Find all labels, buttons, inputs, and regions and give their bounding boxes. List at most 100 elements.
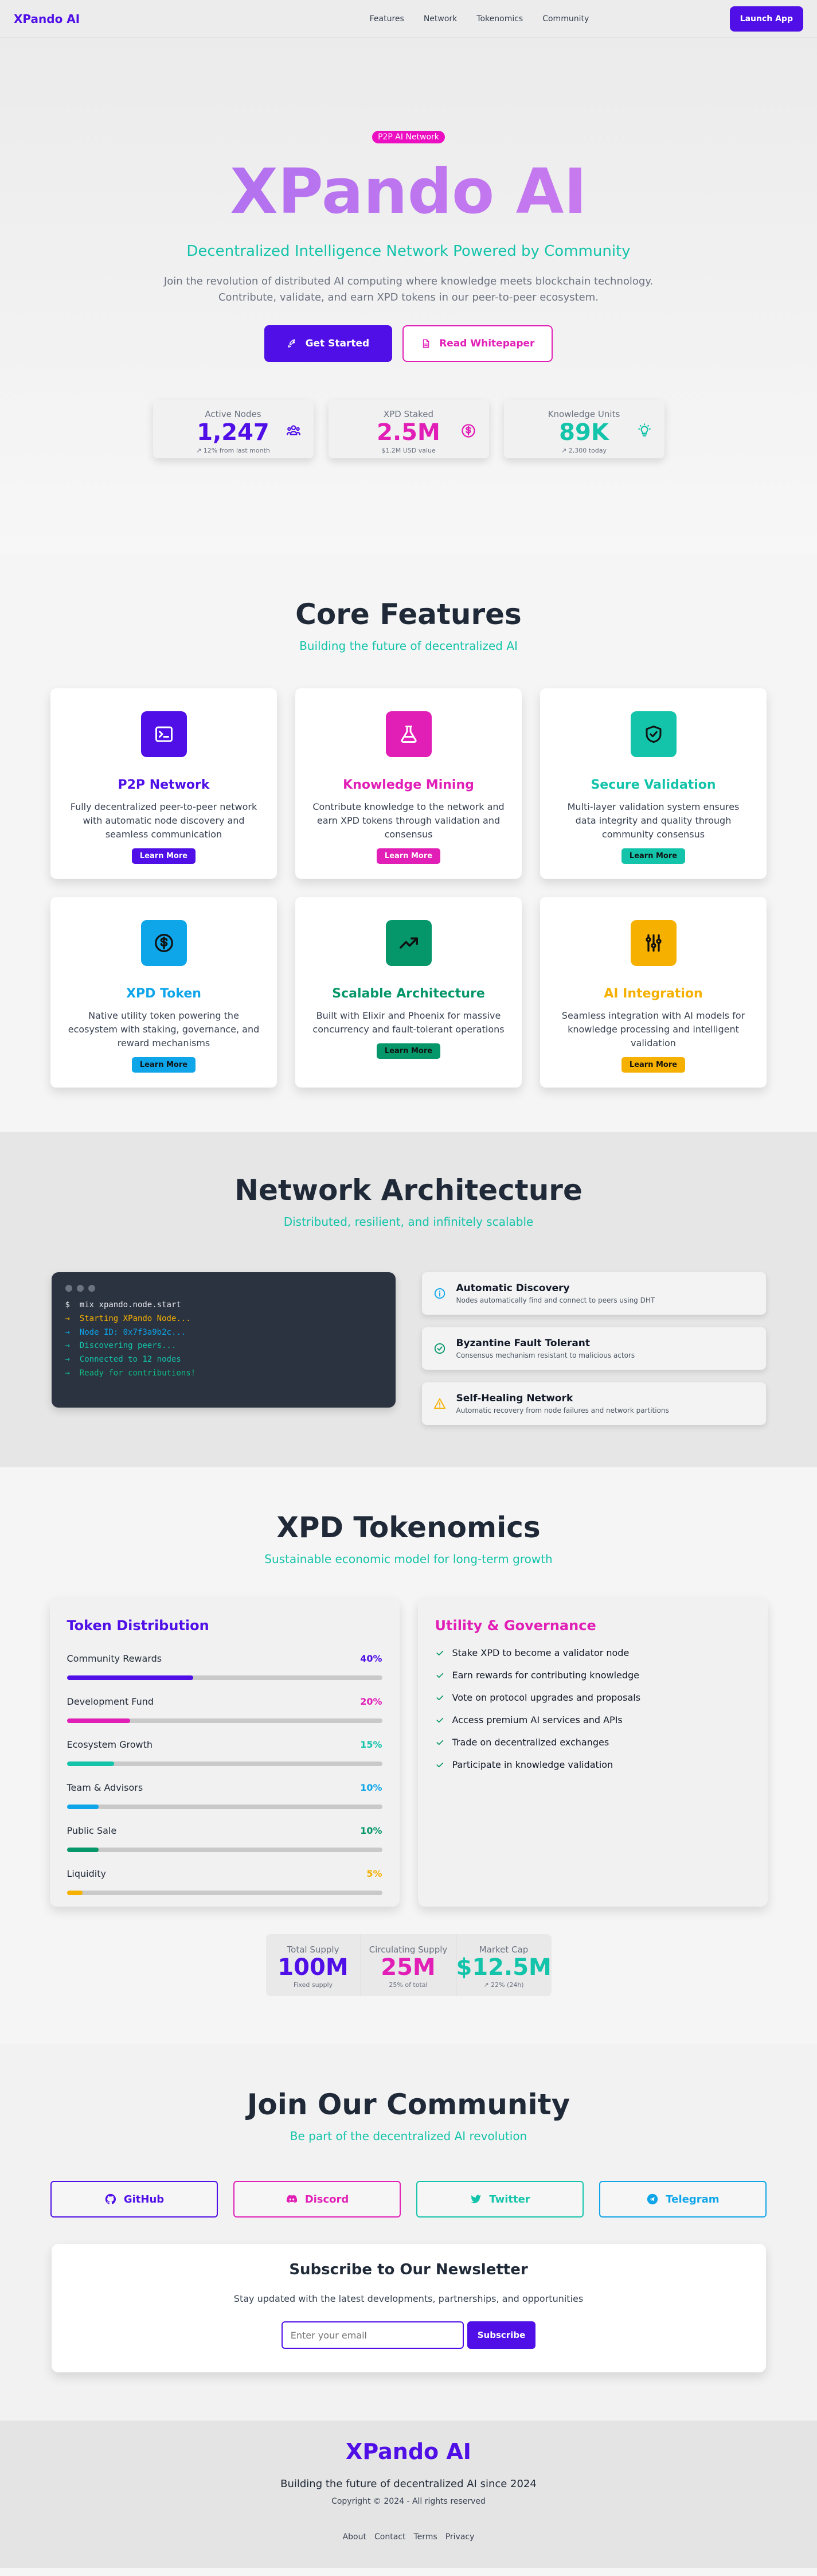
network-feature-list: Automatic Discovery Nodes automatically … [421,1272,766,1425]
network-section: Network Architecture Distributed, resili… [0,1132,817,1467]
supply-label: Market Cap [479,1944,529,1955]
supply-sub: 25% of total [389,1981,428,1989]
tokenomics-section: XPD Tokenomics Sustainable economic mode… [0,1467,817,2044]
terminal-line: $ mix xpando.node.start [65,1300,181,1310]
feature-desc: Contribute knowledge to the network and … [312,801,505,840]
footer-link-about[interactable]: About [343,2532,366,2542]
learn-more-button[interactable]: Learn More [131,848,196,864]
token-distribution-title: Token Distribution [67,1618,209,1634]
dollar-circle-icon [140,920,187,966]
distribution-label: Ecosystem Growth [67,1739,153,1750]
telegram-button[interactable]: Telegram [599,2181,767,2218]
feature-card-secure-validation: Secure Validation Multi-layer validation… [540,688,767,879]
hero-description-line: Join the revolution of distributed AI co… [163,275,654,287]
utility-item: Vote on protocol upgrades and proposals [435,1692,750,1703]
feature-desc: Multi-layer validation system ensures da… [567,801,740,840]
discord-button[interactable]: Discord [233,2181,401,2218]
footer-link-contact[interactable]: Contact [374,2532,405,2542]
supply-box: Total Supply 100M Fixed supply Circulati… [265,1934,552,1996]
twitter-label: Twitter [489,2193,530,2205]
github-label: GitHub [123,2193,165,2205]
network-feature-title: Byzantine Fault Tolerant [456,1338,591,1349]
nav-link-tokenomics[interactable]: Tokenomics [476,14,523,24]
hero-description: Join the revolution of distributed AI co… [0,274,817,306]
telegram-label: Telegram [666,2193,720,2205]
stat-sub: $1.2M USD value [381,446,436,454]
hero-subtitle: Decentralized Intelligence Network Power… [186,242,631,260]
rocket-icon [287,338,298,349]
nav-links: Features Network Tokenomics Community [370,14,589,24]
terminal-icon [140,711,187,757]
supply-value: 25M [381,1954,436,1981]
utility-item: Earn rewards for contributing knowledge [435,1670,750,1681]
supply-cell-circulating: Circulating Supply 25M 25% of total [361,1934,456,1996]
distribution-list: Community Rewards 40% Development Fund 20%… [67,1653,382,1895]
warning-icon [433,1397,446,1410]
utility-item: Access premium AI services and APIs [435,1714,750,1725]
supply-sub: Fixed supply [293,1981,333,1989]
distribution-bar-fill [67,1761,114,1766]
newsletter-description: Stay updated with the latest development… [233,2293,584,2304]
hero-badge: P2P AI Network [372,131,445,143]
check-icon [435,1693,444,1702]
twitter-icon [470,2193,482,2205]
get-started-button[interactable]: Get Started [264,325,393,362]
terminal-window: $ mix xpando.node.start → Starting XPand… [51,1272,396,1408]
check-icon [435,1716,444,1725]
read-whitepaper-button[interactable]: Read Whitepaper [402,325,553,362]
sliders-icon [630,920,677,966]
tokenomics-row: Token Distribution Community Rewards 40% … [0,1598,817,1907]
distribution-label: Community Rewards [67,1653,162,1664]
newsletter-card: Subscribe to Our Newsletter Stay updated… [51,2244,766,2372]
email-input[interactable] [281,2321,464,2349]
nav-link-features[interactable]: Features [370,14,404,24]
learn-more-button[interactable]: Learn More [131,1057,196,1073]
nav-link-network[interactable]: Network [424,14,457,24]
subscribe-button[interactable]: Subscribe [467,2321,536,2349]
feature-desc: Built with Elixir and Phoenix for massiv… [312,1010,505,1035]
feature-card-xpd-token: XPD Token Native utility token powering … [50,897,277,1088]
github-button[interactable]: GitHub [50,2181,218,2218]
supply-label: Total Supply [287,1944,339,1955]
terminal-line: → Ready for contributions! [65,1368,196,1378]
stats-row: Active Nodes 1,247 ↗ 12% from last month… [0,399,817,458]
learn-more-button[interactable]: Learn More [376,1043,441,1059]
footer-link-privacy[interactable]: Privacy [445,2532,475,2542]
supply-label: Circulating Supply [369,1944,448,1955]
learn-more-button[interactable]: Learn More [376,848,441,864]
distribution-item: Ecosystem Growth 15% [67,1739,382,1766]
brand-logo[interactable]: XPando AI [14,12,80,26]
check-icon [435,1738,444,1747]
window-dots [65,1285,382,1292]
discord-icon [286,2193,298,2205]
twitter-button[interactable]: Twitter [416,2181,584,2218]
distribution-bar-fill [67,1891,83,1895]
launch-app-button[interactable]: Launch App [729,6,803,32]
hero-description-line: Contribute, validate, and earn XPD token… [218,291,599,303]
supply-stats: Total Supply 100M Fixed supply Circulati… [0,1934,817,1996]
stat-sub: ↗ 2,300 today [561,446,607,454]
feature-desc: Native utility token powering the ecosys… [68,1010,260,1049]
learn-more-button[interactable]: Learn More [621,848,686,864]
social-links: GitHub Discord Twitter Telegram [0,2181,817,2218]
distribution-pct: 15% [360,1739,382,1750]
nav-link-community[interactable]: Community [542,14,589,24]
distribution-bar [67,1805,382,1809]
lightbulb-icon [637,423,652,438]
distribution-bar [67,1848,382,1852]
network-title: Network Architecture [234,1174,583,1207]
github-icon [104,2193,117,2205]
distribution-item: Public Sale 10% [67,1825,382,1852]
flask-icon [385,711,432,757]
supply-value: $12.5M [456,1954,552,1981]
distribution-bar [67,1891,382,1895]
feature-title: Secure Validation [591,778,716,792]
utility-item: Trade on decentralized exchanges [435,1737,750,1748]
distribution-pct: 40% [360,1653,382,1664]
stat-sub: ↗ 12% from last month [196,446,270,454]
learn-more-button[interactable]: Learn More [621,1057,686,1073]
footer-link-terms[interactable]: Terms [413,2532,437,2542]
utility-list: Stake XPD to become a validator node Ear… [435,1647,750,1770]
feature-desc: Fully decentralized peer-to-peer network… [70,801,257,840]
stat-card-knowledge-units: Knowledge Units 89K ↗ 2,300 today [503,399,664,458]
